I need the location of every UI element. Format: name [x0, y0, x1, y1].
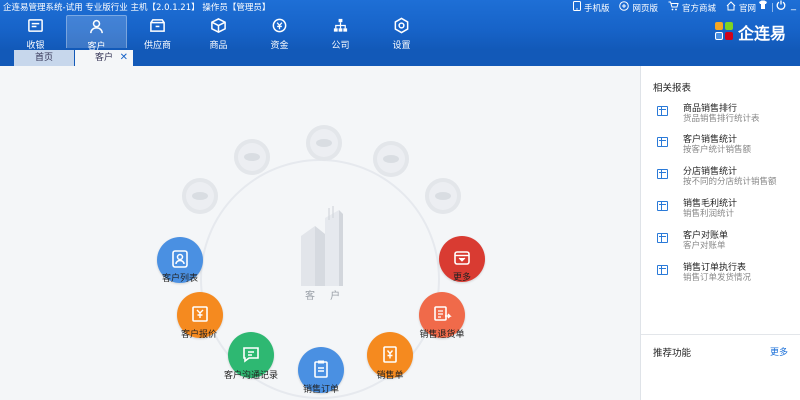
building-icon	[301, 206, 343, 286]
table-icon	[657, 201, 668, 211]
placeholder-node	[234, 139, 270, 175]
brand-logo: 企连易	[714, 20, 786, 44]
sales-order-label[interactable]: 销售订单	[303, 382, 339, 395]
return-icon	[432, 304, 452, 327]
placeholder-node	[306, 125, 342, 161]
divider	[772, 3, 773, 12]
report-desc: 按客户统计销售额	[683, 145, 752, 155]
placeholder-node	[373, 141, 409, 177]
sale-icon	[380, 344, 400, 367]
logo-mark-icon	[714, 22, 735, 42]
product-icon	[210, 17, 227, 37]
nav-item-customer[interactable]: 客户	[66, 15, 127, 52]
official-store-label: 官方商城	[681, 3, 716, 14]
placeholder-node	[182, 178, 218, 214]
more-label[interactable]: 更多	[453, 270, 471, 283]
sales-return-label[interactable]: 销售退货单	[419, 327, 464, 340]
official-store-link[interactable]: 官方商城	[668, 1, 716, 14]
report-desc: 按不同的分店统计销售额	[683, 177, 777, 187]
top-links: 手机版 网页版 官方商城 官网	[572, 1, 756, 14]
more-icon	[452, 248, 472, 271]
placeholder-node	[425, 178, 461, 214]
cart-icon	[668, 1, 679, 14]
recommended-title: 推荐功能	[653, 348, 692, 359]
hub-center-label: 客 户	[305, 291, 347, 302]
settings-icon	[393, 17, 410, 37]
web-version-label: 网页版	[632, 3, 658, 14]
customer-quote-label[interactable]: 客户报价	[181, 327, 217, 340]
logo-text: 企连易	[737, 24, 786, 43]
table-icon	[657, 169, 668, 179]
report-desc: 客户对账单	[683, 241, 726, 251]
quote-icon	[190, 304, 210, 327]
nav-item-product[interactable]: 商品	[188, 15, 249, 51]
close-icon[interactable]: ✕	[120, 50, 128, 66]
official-site-link[interactable]: 官网	[726, 1, 756, 14]
recommended-more-link[interactable]: 更多	[770, 345, 788, 358]
user-icon	[170, 249, 190, 272]
report-item[interactable]: 客户对账单 客户对账单	[657, 228, 797, 256]
cashier-icon	[27, 17, 44, 37]
supplier-icon	[149, 17, 166, 37]
nav-item-company[interactable]: 公司	[310, 15, 371, 51]
web-icon	[619, 1, 630, 14]
customer-communication-label[interactable]: 客户沟通记录	[224, 368, 278, 381]
right-panel: 相关报表 商品销售排行 货品销售排行统计表 客户销售统计 按客户统计销售额 分店…	[640, 66, 800, 400]
table-icon	[657, 106, 668, 116]
shirt-icon[interactable]	[756, 0, 770, 14]
tab-label: 首页	[34, 53, 53, 63]
nav-item-money[interactable]: 资金	[249, 15, 310, 51]
phone-icon	[572, 1, 581, 14]
tab-label: 客户	[94, 53, 113, 63]
report-item[interactable]: 销售毛利统计 销售利润统计	[657, 196, 797, 224]
main-nav: 收银 客户 供应商 商品 资金 公司 设置	[5, 15, 432, 52]
power-icon[interactable]	[774, 0, 788, 14]
mobile-version-link[interactable]: 手机版	[572, 1, 610, 14]
money-icon	[271, 17, 288, 37]
org-icon	[332, 17, 349, 37]
sales-slip-label[interactable]: 销售单	[376, 368, 403, 381]
web-version-link[interactable]: 网页版	[619, 1, 658, 14]
window-title: 企连易管理系统-试用 专业版行业 主机【2.0.1.21】 操作员【管理员】	[3, 3, 271, 13]
minimize-icon[interactable]: _	[791, 0, 796, 12]
report-desc: 销售利润统计	[683, 209, 735, 219]
customer-list-label[interactable]: 客户列表	[162, 271, 198, 284]
tab-home[interactable]: 首页	[14, 50, 74, 66]
table-icon	[657, 137, 668, 147]
tab-customer[interactable]: 客户 ✕	[75, 50, 133, 66]
tab-bar: 首页 客户 ✕	[0, 50, 800, 66]
home-icon	[726, 1, 736, 14]
customer-icon	[88, 18, 105, 38]
report-item[interactable]: 客户销售统计 按客户统计销售额	[657, 132, 797, 160]
top-bar: 企连易管理系统-试用 专业版行业 主机【2.0.1.21】 操作员【管理员】 手…	[0, 0, 800, 52]
main-area: 客 户 客户列表 客户报价 客户沟通记录 销售订单 销售单 销售退货单 更多	[0, 66, 640, 400]
table-icon	[657, 265, 668, 275]
report-item[interactable]: 销售订单执行表 销售订单发货情况	[657, 260, 797, 288]
mobile-version-label: 手机版	[583, 3, 610, 14]
report-item[interactable]: 商品销售排行 货品销售排行统计表	[657, 101, 797, 129]
report-item[interactable]: 分店销售统计 按不同的分店统计销售额	[657, 164, 797, 192]
related-reports-title: 相关报表	[653, 83, 692, 94]
official-site-label: 官网	[738, 3, 756, 14]
divider	[641, 334, 800, 335]
table-icon	[657, 233, 668, 243]
report-desc: 货品销售排行统计表	[683, 114, 760, 124]
nav-item-settings[interactable]: 设置	[371, 15, 432, 51]
nav-item-supplier[interactable]: 供应商	[127, 15, 188, 51]
order-icon	[311, 359, 331, 382]
nav-item-cashier[interactable]: 收银	[5, 15, 66, 51]
report-desc: 销售订单发货情况	[683, 273, 752, 283]
chat-icon	[241, 344, 261, 367]
